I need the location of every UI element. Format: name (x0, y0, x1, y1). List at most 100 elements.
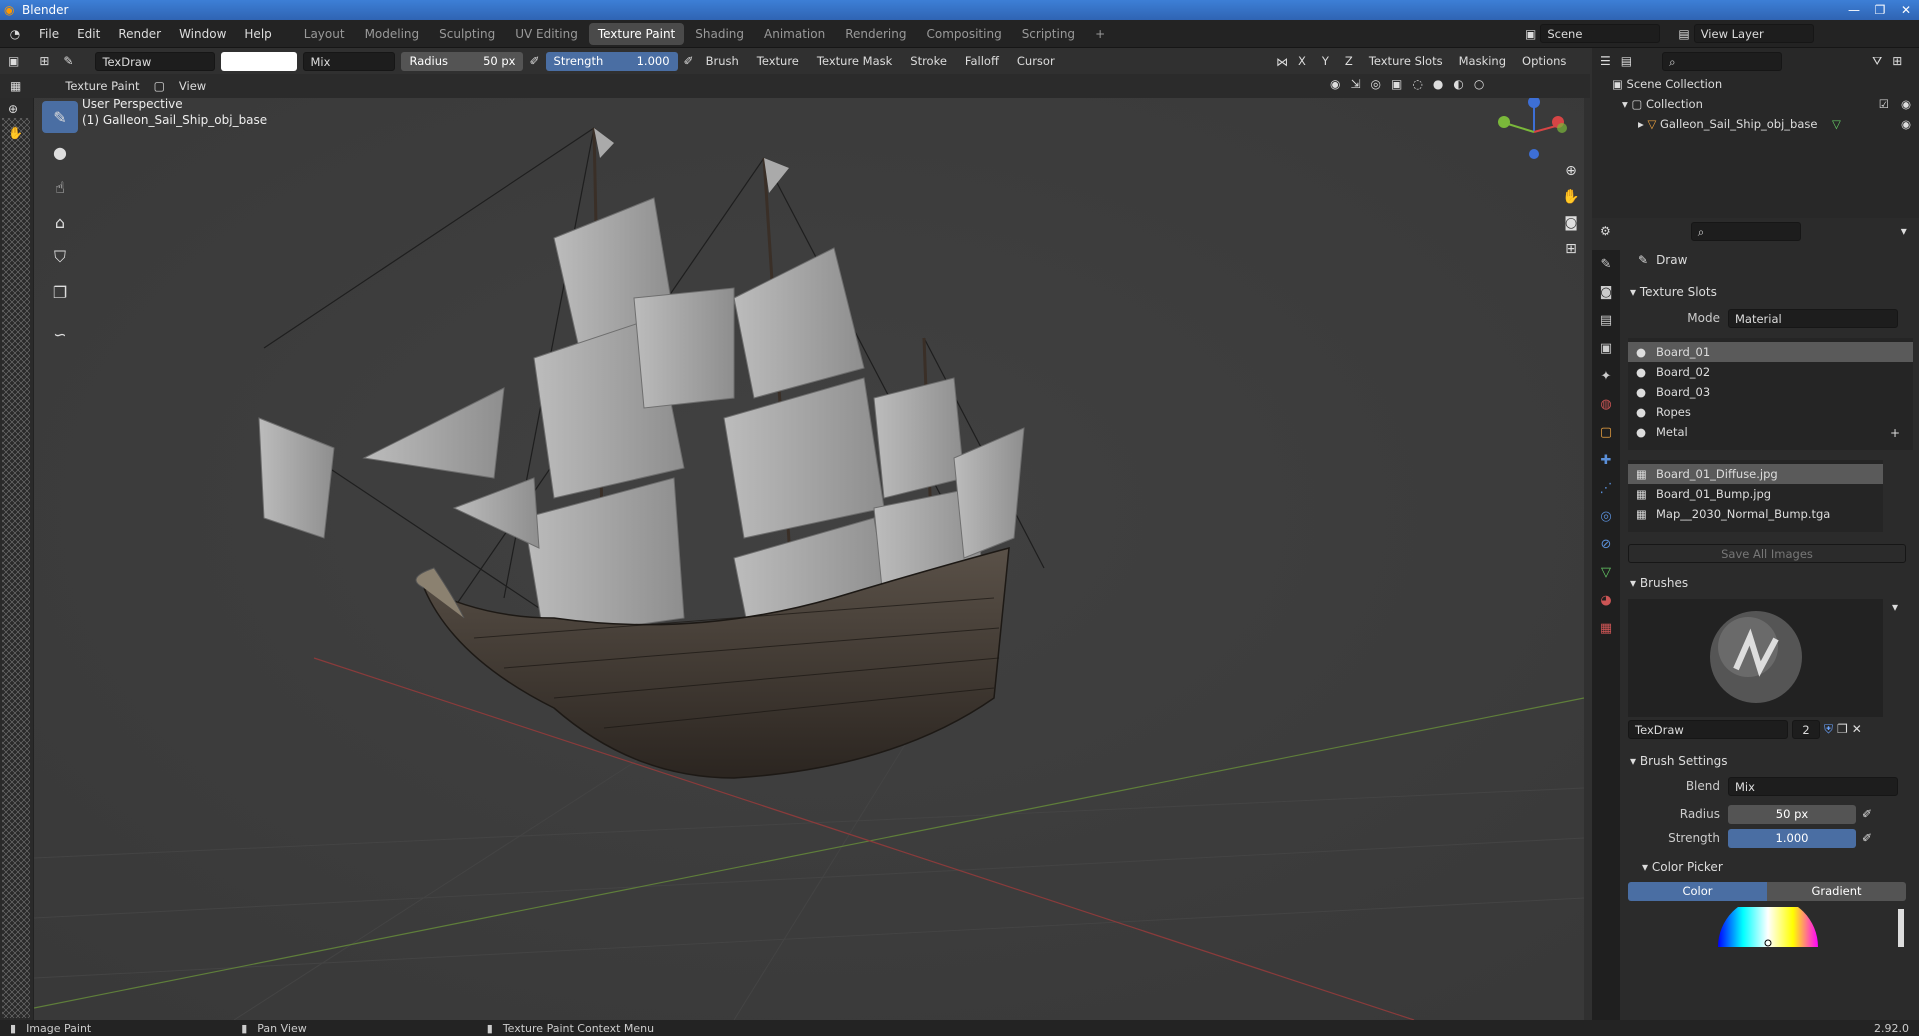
menu-window[interactable]: Window (170, 20, 235, 48)
minimize-icon[interactable]: — (1841, 3, 1867, 17)
add-workspace-icon[interactable]: + (1086, 23, 1114, 45)
3d-viewport[interactable]: User Perspective (1) Galleon_Sail_Ship_o… (34, 98, 1584, 1020)
pressure-icon[interactable]: ✐ (529, 54, 539, 68)
list-item[interactable]: ▦ Board_01_Diffuse.jpg (1628, 464, 1883, 484)
axis-z[interactable]: Z (1339, 52, 1359, 71)
list-item[interactable]: ● Board_03 (1628, 382, 1913, 402)
paint-mask-icon[interactable]: ▢ (154, 79, 165, 93)
tab-layout[interactable]: Layout (295, 23, 354, 45)
menu-texture-slots[interactable]: Texture Slots (1363, 52, 1449, 71)
pan-hand-icon[interactable]: ✋ (1558, 184, 1584, 210)
list-item[interactable]: ● Board_01 (1628, 342, 1913, 362)
tab-texture-paint[interactable]: Texture Paint (588, 22, 685, 45)
texture-slots-panel-header[interactable]: ▾ Texture Slots (1628, 280, 1913, 304)
camera-icon[interactable]: ◙ (1558, 210, 1584, 236)
list-item[interactable]: ● Board_02 (1628, 362, 1913, 382)
strength-slider[interactable]: 1.000 (1728, 828, 1856, 848)
tab-uv-editing[interactable]: UV Editing (506, 23, 587, 45)
texture-tab-icon[interactable]: ▦ (1592, 614, 1620, 642)
axis-x[interactable]: X (1292, 52, 1312, 71)
menu-stroke[interactable]: Stroke (904, 52, 953, 71)
add-slot-icon[interactable]: + (1890, 426, 1900, 440)
render-tab-icon[interactable]: ◙ (1592, 278, 1620, 306)
properties-editor-icon[interactable]: ⚙ (1600, 224, 1611, 238)
rendered-shading-icon[interactable]: ○ (1474, 77, 1484, 91)
tool-tab-icon[interactable]: ✎ (1592, 250, 1620, 278)
radius-slider[interactable]: 50 px (1728, 804, 1856, 824)
outliner-editor-icon[interactable]: ☰ (1600, 54, 1611, 68)
blend-dropdown[interactable]: Mix (1728, 776, 1898, 796)
duplicate-icon[interactable]: ❐ (1837, 722, 1848, 736)
constraints-tab-icon[interactable]: ⊘ (1592, 530, 1620, 558)
menu-masking[interactable]: Masking (1453, 52, 1512, 71)
menu-texture[interactable]: Texture (751, 52, 805, 71)
fill-tool-icon[interactable]: ⛉ (42, 241, 78, 273)
gizmo-icon[interactable]: ⇲ (1350, 77, 1360, 91)
xray-icon[interactable]: ▣ (1391, 77, 1402, 91)
list-item[interactable]: ● Metal (1628, 422, 1913, 442)
tab-color[interactable]: Color (1628, 881, 1767, 901)
zoom-icon[interactable]: ⊕ (1558, 158, 1584, 184)
menu-edit[interactable]: Edit (68, 20, 109, 48)
blend-dropdown[interactable]: Mix (303, 51, 396, 71)
list-item[interactable]: ▦ Board_01_Bump.jpg (1628, 484, 1883, 504)
fake-user-icon[interactable]: ⛨ (1824, 722, 1833, 737)
material-tab-icon[interactable]: ◕ (1592, 586, 1620, 614)
tool-settings-icon[interactable]: ⊞ (39, 54, 49, 68)
brush-preview[interactable] (1628, 599, 1883, 717)
dropdown-icon[interactable]: ▾ (1892, 600, 1898, 614)
modifier-tab-icon[interactable]: ✚ (1592, 446, 1620, 474)
radius-slider[interactable]: Radius 50 px (401, 51, 524, 71)
display-mode-icon[interactable]: ▤ (1621, 54, 1632, 68)
menu-file[interactable]: File (30, 20, 68, 48)
options-icon[interactable]: ▾ (1901, 224, 1907, 238)
tab-gradient[interactable]: Gradient (1767, 881, 1906, 901)
data-tab-icon[interactable]: ▽ (1592, 558, 1620, 586)
particles-tab-icon[interactable]: ⋰ (1592, 474, 1620, 502)
grid-view-icon[interactable]: ⊞ (1558, 236, 1584, 262)
physics-tab-icon[interactable]: ◎ (1592, 502, 1620, 530)
save-all-images-button[interactable]: Save All Images (1628, 544, 1906, 563)
tab-rendering[interactable]: Rendering (836, 23, 915, 45)
clone-tool-icon[interactable]: ⌂ (42, 206, 78, 238)
menu-texture-mask[interactable]: Texture Mask (811, 52, 898, 71)
annotate-tool-icon[interactable]: ∽ (42, 318, 78, 350)
color-wheel[interactable] (1628, 897, 1906, 947)
list-item[interactable]: ● Ropes (1628, 402, 1913, 422)
overlay-icon[interactable]: ◎ (1371, 77, 1381, 91)
checkbox-icon[interactable]: ☑ (1879, 94, 1889, 114)
outliner-search-input[interactable]: ⌕ (1662, 51, 1783, 71)
outliner-row-object[interactable]: ▸ ▽ Galleon_Sail_Ship_obj_base ▽ ◉ (1592, 114, 1919, 134)
brush-name-field[interactable]: TexDraw (95, 51, 216, 71)
visibility-icon[interactable]: ◉ (1330, 77, 1340, 91)
material-shading-icon[interactable]: ◐ (1453, 77, 1463, 91)
world-tab-icon[interactable]: ◍ (1592, 390, 1620, 418)
eye-icon[interactable]: ◉ (1901, 94, 1911, 114)
mode-dropdown[interactable]: Texture Paint (59, 77, 145, 96)
smear-tool-icon[interactable]: ☝ (42, 171, 78, 203)
collapse-icon[interactable]: ▸ (1638, 117, 1644, 131)
wireframe-shading-icon[interactable]: ◌ (1412, 77, 1422, 91)
output-tab-icon[interactable]: ▤ (1592, 306, 1620, 334)
blender-menu-icon[interactable]: ◔ (0, 27, 30, 41)
pressure-icon[interactable]: ✐ (1862, 831, 1872, 845)
draw-tool-icon[interactable]: ✎ (42, 101, 78, 133)
scene-field[interactable]: Scene (1540, 24, 1661, 43)
object-tab-icon[interactable]: ▢ (1592, 418, 1620, 446)
brushes-panel-header[interactable]: ▾ Brushes (1628, 571, 1913, 595)
color-picker-subpanel[interactable]: ▾ Color Picker (1628, 855, 1913, 879)
editor-type-icon[interactable]: ▣ (8, 54, 19, 68)
filter-icon[interactable]: ⛛ (1872, 54, 1882, 69)
axis-y[interactable]: Y (1316, 52, 1335, 71)
tab-sculpting[interactable]: Sculpting (430, 23, 504, 45)
menu-options[interactable]: Options (1516, 52, 1572, 71)
scene-tab-icon[interactable]: ✦ (1592, 362, 1620, 390)
brush-users-count[interactable]: 2 (1792, 719, 1820, 739)
properties-search-input[interactable]: ⌕ (1690, 221, 1801, 241)
eye-icon[interactable]: ◉ (1901, 114, 1911, 134)
menu-brush[interactable]: Brush (700, 52, 745, 71)
hand-icon[interactable]: ✋ (8, 126, 23, 140)
menu-render[interactable]: Render (109, 20, 170, 48)
maximize-icon[interactable]: ❐ (1867, 3, 1893, 17)
tab-animation[interactable]: Animation (755, 23, 834, 45)
